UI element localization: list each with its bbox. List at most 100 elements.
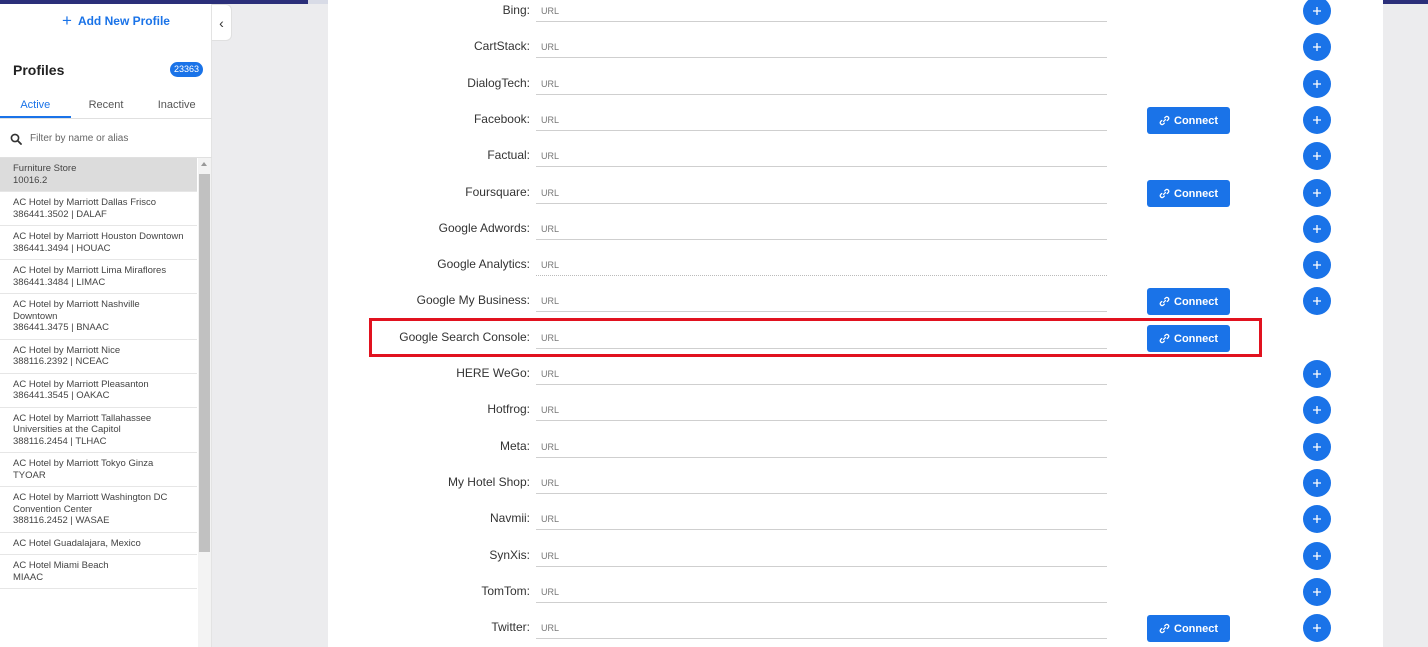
integration-url-input[interactable]: [536, 545, 1107, 567]
add-url-button[interactable]: [1303, 469, 1331, 497]
profile-list-item[interactable]: AC Hotel by Marriott Pleasanton 386441.35…: [0, 374, 197, 408]
profile-id: MIAAC: [13, 571, 44, 583]
integration-url-input[interactable]: [536, 182, 1107, 204]
integration-label: Hotfrog:: [487, 402, 530, 416]
integration-url-input[interactable]: [536, 36, 1107, 58]
add-url-button[interactable]: [1303, 360, 1331, 388]
integration-url-input[interactable]: [536, 109, 1107, 131]
profile-name: AC Hotel Miami Beach: [13, 560, 109, 571]
add-url-button[interactable]: [1303, 70, 1331, 98]
profile-filter-input[interactable]: [30, 133, 190, 144]
profile-list: Furniture Store 10016.2 AC Hotel by Marrio…: [0, 158, 197, 647]
add-url-button[interactable]: [1303, 106, 1331, 134]
profile-name: AC Hotel by Marriott Pleasanton: [13, 378, 149, 390]
tab-inactive[interactable]: Inactive: [141, 99, 212, 119]
profile-name: AC Hotel by Marriott Nashville Downtown: [13, 299, 140, 322]
add-url-button[interactable]: [1303, 433, 1331, 461]
tabs-divider: [0, 118, 212, 119]
integration-url-input[interactable]: [536, 73, 1107, 95]
connect-button[interactable]: Connect: [1147, 615, 1230, 642]
collapse-sidebar-button[interactable]: ‹: [212, 4, 232, 41]
add-url-button[interactable]: [1303, 215, 1331, 243]
profile-id: 386441.3475 | BNAAC: [13, 322, 109, 333]
integration-label: Factual:: [487, 148, 530, 162]
add-url-button[interactable]: [1303, 287, 1331, 315]
profile-list-item[interactable]: AC Hotel by Marriott Tokyo Ginza TYOAR: [0, 453, 197, 487]
plus-icon: [1312, 188, 1322, 198]
add-url-button[interactable]: [1303, 614, 1331, 642]
plus-icon: [1312, 224, 1322, 234]
integration-label: DialogTech:: [467, 76, 530, 90]
plus-icon: [1312, 587, 1322, 597]
integration-label: CartStack:: [473, 39, 530, 53]
chevron-left-icon: ‹: [219, 14, 224, 31]
integration-url-input[interactable]: [536, 581, 1107, 603]
integration-label: Meta:: [499, 439, 530, 453]
profile-list-item[interactable]: AC Hotel by Marriott Nashville Downtown 3…: [0, 294, 197, 340]
integration-url-input[interactable]: [536, 617, 1107, 639]
profile-list-item[interactable]: AC Hotel by Marriott Dallas Frisco 386441…: [0, 192, 197, 226]
integration-label: HERE WeGo:: [456, 366, 530, 380]
connect-button[interactable]: Connect: [1147, 107, 1230, 134]
integration-row: Google Analytics:: [328, 247, 1383, 283]
integration-url-input[interactable]: [536, 290, 1107, 312]
add-url-button[interactable]: [1303, 396, 1331, 424]
profile-name: AC Hotel by Marriott Dallas Frisco: [13, 197, 157, 208]
integration-row: Twitter: Connect: [328, 610, 1383, 646]
integration-url-input[interactable]: [536, 436, 1107, 458]
plus-icon: [1312, 260, 1322, 270]
add-new-profile-button[interactable]: + Add New Profile: [62, 12, 170, 29]
plus-icon: [1312, 551, 1322, 561]
integration-row: Hotfrog:: [328, 392, 1383, 428]
add-url-button[interactable]: [1303, 542, 1331, 570]
connect-label: Connect: [1174, 187, 1218, 200]
add-url-button[interactable]: [1303, 0, 1331, 25]
integration-row: My Hotel Shop:: [328, 465, 1383, 501]
integration-url-input[interactable]: [536, 254, 1107, 276]
connect-button[interactable]: Connect: [1147, 288, 1230, 315]
scroll-up-arrow-icon[interactable]: [201, 162, 207, 166]
integration-label: Google Adwords:: [438, 221, 530, 235]
add-url-button[interactable]: [1303, 251, 1331, 279]
profile-name: AC Hotel by Marriott Tallahassee Univers…: [13, 412, 152, 436]
add-url-button[interactable]: [1303, 33, 1331, 61]
plus-icon: [1312, 623, 1322, 633]
profile-list-item[interactable]: AC Hotel by Marriott Nice 388116.2392 | N…: [0, 340, 197, 374]
profile-list-item[interactable]: AC Hotel by Marriott Tallahassee Univers…: [0, 408, 197, 453]
profile-id: 388116.2392 | NCEAC: [13, 356, 109, 367]
profile-list-item[interactable]: Furniture Store 10016.2: [0, 158, 197, 192]
connect-button[interactable]: Connect: [1147, 180, 1230, 207]
integration-url-input[interactable]: [536, 145, 1107, 167]
integration-label: TomTom:: [481, 584, 530, 598]
add-url-button[interactable]: [1303, 142, 1331, 170]
integration-url-input[interactable]: [536, 0, 1107, 22]
integration-url-input[interactable]: [536, 363, 1107, 385]
integration-label: Google My Business:: [416, 293, 530, 307]
profile-list-item[interactable]: AC Hotel by Marriott Washington DC Conve…: [0, 487, 197, 533]
profile-name: AC Hotel by Marriott Tokyo Ginza: [13, 458, 154, 469]
integration-label: SynXis:: [489, 548, 530, 562]
integration-url-input[interactable]: [536, 218, 1107, 240]
scroll-thumb[interactable]: [199, 174, 210, 552]
integration-row: Google My Business: Connect: [328, 283, 1383, 319]
integration-row: CartStack:: [328, 29, 1383, 65]
tab-recent[interactable]: Recent: [71, 99, 142, 119]
profile-list-item[interactable]: AC Hotel by Marriott Houston Downtown 386…: [0, 226, 197, 260]
integration-url-input[interactable]: [536, 508, 1107, 530]
profile-name: AC Hotel by Marriott Lima Miraflores: [13, 265, 167, 276]
add-url-button[interactable]: [1303, 179, 1331, 207]
integration-label: Twitter:: [491, 620, 530, 634]
integration-url-input[interactable]: [536, 472, 1107, 494]
integration-label: Google Analytics:: [437, 257, 530, 271]
profile-list-item[interactable]: AC Hotel Guadalajara, Mexico: [0, 533, 197, 555]
integration-row: SynXis:: [328, 538, 1383, 574]
profile-list-scrollbar[interactable]: [198, 158, 211, 647]
add-url-button[interactable]: [1303, 505, 1331, 533]
profile-list-item[interactable]: AC Hotel Miami Beach MIAAC: [0, 555, 197, 589]
profile-id: 388116.2452 | WASAE: [13, 515, 110, 526]
integration-label: Foursquare:: [465, 185, 530, 199]
link-icon: [1159, 623, 1170, 634]
add-url-button[interactable]: [1303, 578, 1331, 606]
profile-list-item[interactable]: AC Hotel by Marriott Lima Miraflores 3864…: [0, 260, 197, 294]
integration-url-input[interactable]: [536, 399, 1107, 421]
